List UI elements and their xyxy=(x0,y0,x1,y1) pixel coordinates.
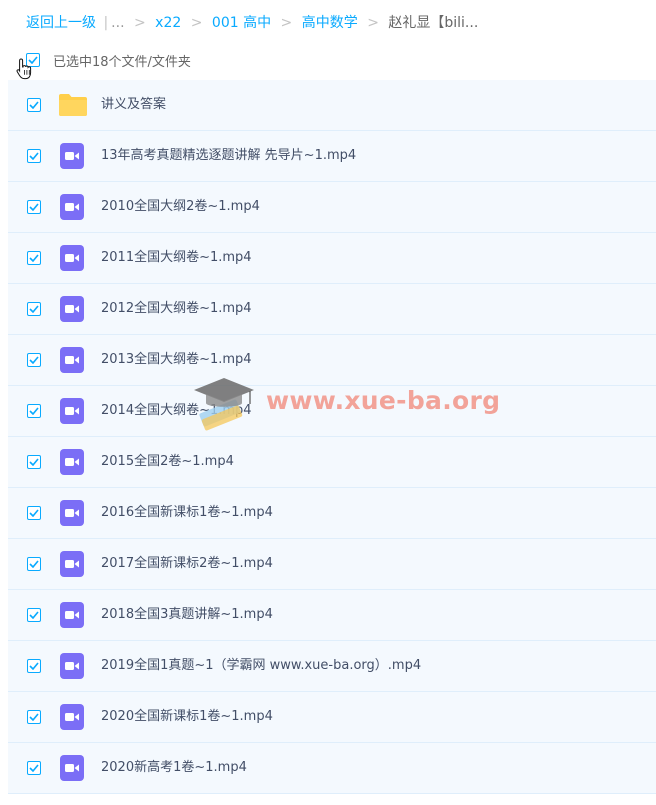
video-icon xyxy=(58,245,86,271)
file-row[interactable]: 2017全国新课标2卷~1.mp4 xyxy=(8,539,656,590)
file-name[interactable]: 2010全国大纲2卷~1.mp4 xyxy=(101,198,260,216)
breadcrumb-item-math[interactable]: 高中数学 xyxy=(302,15,358,31)
file-name[interactable]: 2015全国2卷~1.mp4 xyxy=(101,453,234,471)
file-row[interactable]: 讲义及答案 xyxy=(8,80,656,131)
video-icon xyxy=(58,500,86,526)
checkmark-icon xyxy=(29,764,39,772)
checkmark-icon xyxy=(29,458,39,466)
selection-bar: 已选中18个文件/文件夹 xyxy=(26,50,191,70)
file-row[interactable]: 2010全国大纲2卷~1.mp4 xyxy=(8,182,656,233)
checkmark-icon xyxy=(29,560,39,568)
file-row[interactable]: 2015全国2卷~1.mp4 xyxy=(8,437,656,488)
breadcrumb-current: 赵礼显【bili... xyxy=(388,15,479,31)
checkmark-icon xyxy=(29,611,39,619)
checkmark-icon xyxy=(29,101,39,109)
breadcrumb-divider: | xyxy=(103,15,109,31)
video-icon xyxy=(58,194,86,220)
file-name[interactable]: 2020全国新课标1卷~1.mp4 xyxy=(101,708,273,726)
file-row[interactable]: 2012全国大纲卷~1.mp4 xyxy=(8,284,656,335)
video-icon xyxy=(58,449,86,475)
file-row[interactable]: 2016全国新课标1卷~1.mp4 xyxy=(8,488,656,539)
video-icon xyxy=(58,398,86,424)
checkmark-icon xyxy=(29,662,39,670)
checkmark-icon xyxy=(29,203,39,211)
file-checkbox[interactable] xyxy=(27,98,41,112)
video-icon xyxy=(58,551,86,577)
file-checkbox[interactable] xyxy=(27,353,41,367)
file-name[interactable]: 2013全国大纲卷~1.mp4 xyxy=(101,351,252,369)
breadcrumb-separator: > xyxy=(280,15,293,31)
back-link[interactable]: 返回上一级 xyxy=(26,15,96,31)
checkmark-icon xyxy=(29,152,39,160)
file-row[interactable]: 2020新高考1卷~1.mp4 xyxy=(8,743,656,794)
file-checkbox[interactable] xyxy=(27,251,41,265)
file-row[interactable]: 2019全国1真题~1（学霸网 www.xue-ba.org）.mp4 xyxy=(8,641,656,692)
file-name[interactable]: 2016全国新课标1卷~1.mp4 xyxy=(101,504,273,522)
file-name[interactable]: 2012全国大纲卷~1.mp4 xyxy=(101,300,252,318)
file-name[interactable]: 2019全国1真题~1（学霸网 www.xue-ba.org）.mp4 xyxy=(101,657,421,675)
checkmark-icon xyxy=(29,305,39,313)
checkmark-icon xyxy=(29,407,39,415)
video-icon xyxy=(58,755,86,781)
file-checkbox[interactable] xyxy=(27,200,41,214)
file-name[interactable]: 2011全国大纲卷~1.mp4 xyxy=(101,249,252,267)
breadcrumb-separator: > xyxy=(133,15,146,31)
file-name[interactable]: 2017全国新课标2卷~1.mp4 xyxy=(101,555,273,573)
breadcrumb-ellipsis[interactable]: ... xyxy=(111,15,124,31)
file-name[interactable]: 2018全国3真题讲解~1.mp4 xyxy=(101,606,273,624)
file-name[interactable]: 2020新高考1卷~1.mp4 xyxy=(101,759,247,777)
file-checkbox[interactable] xyxy=(27,608,41,622)
file-row[interactable]: 2018全国3真题讲解~1.mp4 xyxy=(8,590,656,641)
video-icon xyxy=(58,653,86,679)
video-icon xyxy=(58,347,86,373)
file-row[interactable]: 2011全国大纲卷~1.mp4 xyxy=(8,233,656,284)
checkmark-icon xyxy=(29,254,39,262)
file-checkbox[interactable] xyxy=(27,659,41,673)
checkmark-icon xyxy=(29,356,39,364)
file-checkbox[interactable] xyxy=(27,455,41,469)
breadcrumb-separator: > xyxy=(190,15,203,31)
file-row[interactable]: 2020全国新课标1卷~1.mp4 xyxy=(8,692,656,743)
file-row[interactable]: 2013全国大纲卷~1.mp4 xyxy=(8,335,656,386)
video-icon xyxy=(58,704,86,730)
file-checkbox[interactable] xyxy=(27,761,41,775)
file-checkbox[interactable] xyxy=(27,302,41,316)
selection-count-label: 已选中18个文件/文件夹 xyxy=(53,54,191,70)
file-name[interactable]: 讲义及答案 xyxy=(101,96,166,114)
file-checkbox[interactable] xyxy=(27,404,41,418)
video-icon xyxy=(58,296,86,322)
video-icon xyxy=(58,143,86,169)
breadcrumb: 返回上一级 |... > x22 > 001 高中 > 高中数学 > 赵礼显【b… xyxy=(26,14,478,32)
breadcrumb-separator: > xyxy=(367,15,379,31)
breadcrumb-item-highschool[interactable]: 001 高中 xyxy=(212,15,271,31)
file-name[interactable]: 2014全国大纲卷~1.mp4 xyxy=(101,402,252,420)
file-checkbox[interactable] xyxy=(27,149,41,163)
file-list: 讲义及答案 13年高考真题精选逐题讲解 先导片~1.mp4 2010全国大纲2卷~1… xyxy=(8,80,656,794)
file-checkbox[interactable] xyxy=(27,506,41,520)
file-row[interactable]: 13年高考真题精选逐题讲解 先导片~1.mp4 xyxy=(8,131,656,182)
breadcrumb-item-x22[interactable]: x22 xyxy=(155,15,181,31)
file-checkbox[interactable] xyxy=(27,710,41,724)
checkmark-icon xyxy=(29,713,39,721)
video-icon xyxy=(58,602,86,628)
file-row[interactable]: 2014全国大纲卷~1.mp4 xyxy=(8,386,656,437)
file-checkbox[interactable] xyxy=(27,557,41,571)
file-name[interactable]: 13年高考真题精选逐题讲解 先导片~1.mp4 xyxy=(101,147,356,165)
checkmark-icon xyxy=(29,509,39,517)
folder-icon xyxy=(58,93,87,119)
